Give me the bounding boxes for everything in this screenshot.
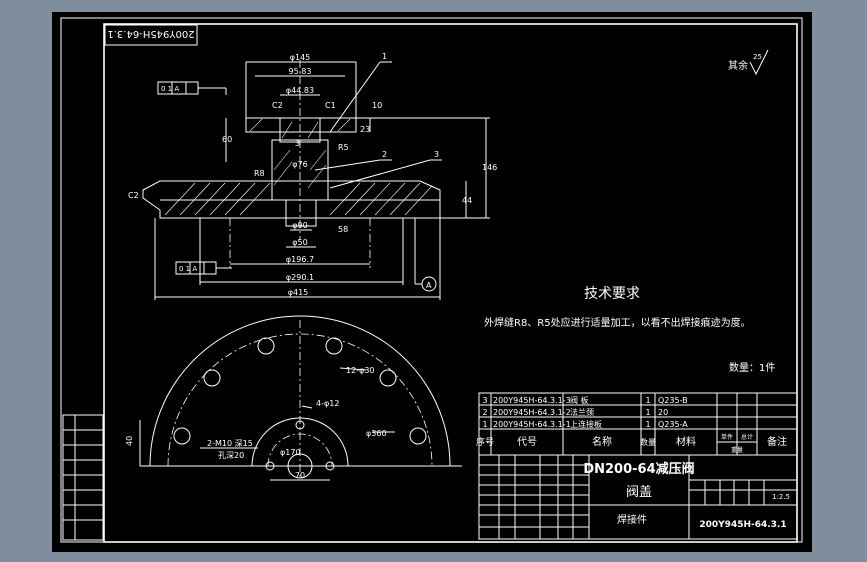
svg-text:φ360: φ360: [366, 429, 387, 438]
svg-text:R5: R5: [338, 143, 349, 152]
svg-text:20: 20: [658, 408, 668, 417]
svg-text:R8: R8: [254, 169, 265, 178]
tech-requirements-title: 技术要求: [584, 286, 640, 302]
svg-text:95.83: 95.83: [289, 67, 312, 76]
svg-text:60: 60: [222, 135, 232, 144]
svg-text:1: 1: [645, 396, 650, 405]
svg-text:φ44.83: φ44.83: [286, 86, 314, 95]
svg-text:44: 44: [462, 196, 472, 205]
svg-text:2: 2: [482, 408, 487, 417]
tech-requirements-text: 外焊缝R8、R5处应进行适量加工，以看不出焊接痕迹为度。: [484, 316, 751, 329]
svg-text:4-φ12: 4-φ12: [316, 399, 339, 408]
svg-text:10: 10: [372, 101, 382, 110]
svg-text:70: 70: [295, 471, 305, 480]
svg-text:2-M10 深15: 2-M10 深15: [207, 439, 253, 448]
svg-text:法兰颈: 法兰颈: [570, 407, 594, 417]
svg-text:阀 板: 阀 板: [570, 395, 589, 405]
svg-text:12-φ30: 12-φ30: [346, 366, 375, 375]
quantity-note: 数量：1件: [729, 361, 775, 374]
svg-text:名称: 名称: [592, 435, 612, 448]
svg-text:2: 2: [382, 150, 387, 159]
svg-text:焊接件: 焊接件: [617, 513, 647, 526]
svg-text:C2: C2: [128, 191, 139, 200]
svg-text:200Y945H-64.3.1-2: 200Y945H-64.3.1-2: [493, 408, 571, 417]
svg-text:φ145: φ145: [290, 53, 311, 62]
svg-text:序号: 序号: [476, 436, 494, 448]
svg-text:材料: 材料: [676, 435, 696, 448]
svg-text:40: 40: [125, 436, 134, 446]
svg-text:φ50: φ50: [292, 238, 307, 247]
svg-text:200Y945H-64.3.1: 200Y945H-64.3.1: [107, 28, 194, 39]
svg-text:代号: 代号: [517, 436, 537, 448]
svg-text:备注: 备注: [767, 435, 787, 448]
svg-text:C1: C1: [325, 101, 336, 110]
svg-text:φ90: φ90: [292, 221, 307, 230]
svg-text:DN200-64减压阀: DN200-64减压阀: [583, 461, 694, 477]
svg-text:重量: 重量: [731, 446, 743, 454]
svg-text:3: 3: [482, 396, 487, 405]
svg-text:25: 25: [753, 53, 762, 61]
svg-text:146: 146: [482, 163, 497, 172]
svg-text:1: 1: [645, 408, 650, 417]
cad-drawing-viewport[interactable]: 200Y945H-64.3.1 φ145 95.83 φ44.83 C2 C1 …: [0, 0, 867, 562]
svg-text:1: 1: [482, 420, 487, 429]
svg-text:0 1 A: 0 1 A: [161, 85, 179, 93]
svg-text:单件: 单件: [721, 433, 733, 441]
svg-text:φ76: φ76: [292, 160, 307, 169]
svg-text:φ196.7: φ196.7: [286, 255, 314, 264]
svg-text:3: 3: [434, 150, 439, 159]
svg-text:1:2.5: 1:2.5: [772, 493, 790, 501]
svg-text:1: 1: [645, 420, 650, 429]
svg-text:φ415: φ415: [288, 288, 309, 297]
svg-text:200Y945H-64.3.1-3: 200Y945H-64.3.1-3: [493, 396, 571, 405]
drawing-sheet: [52, 12, 812, 552]
svg-text:23: 23: [360, 125, 370, 134]
svg-text:上连接板: 上连接板: [570, 419, 602, 429]
svg-text:总计: 总计: [741, 433, 753, 441]
svg-text:200Y945H-64.3.1: 200Y945H-64.3.1: [699, 520, 786, 530]
svg-text:孔深20: 孔深20: [218, 451, 244, 460]
svg-text:Q235-A: Q235-A: [658, 420, 688, 429]
svg-text:阀盖: 阀盖: [626, 485, 652, 500]
svg-text:0 1 A: 0 1 A: [179, 265, 197, 273]
svg-text:C2: C2: [272, 101, 283, 110]
svg-text:φ290.1: φ290.1: [286, 273, 314, 282]
svg-text:数量: 数量: [640, 437, 656, 447]
svg-text:φ170: φ170: [280, 448, 301, 457]
svg-text:Q235-B: Q235-B: [658, 396, 688, 405]
svg-text:200Y945H-64.3.1-1: 200Y945H-64.3.1-1: [493, 420, 571, 429]
svg-text:58: 58: [338, 225, 348, 234]
svg-text:其余: 其余: [728, 59, 748, 72]
svg-text:3: 3: [295, 139, 300, 148]
svg-text:A: A: [426, 281, 432, 290]
svg-text:1: 1: [382, 52, 387, 61]
